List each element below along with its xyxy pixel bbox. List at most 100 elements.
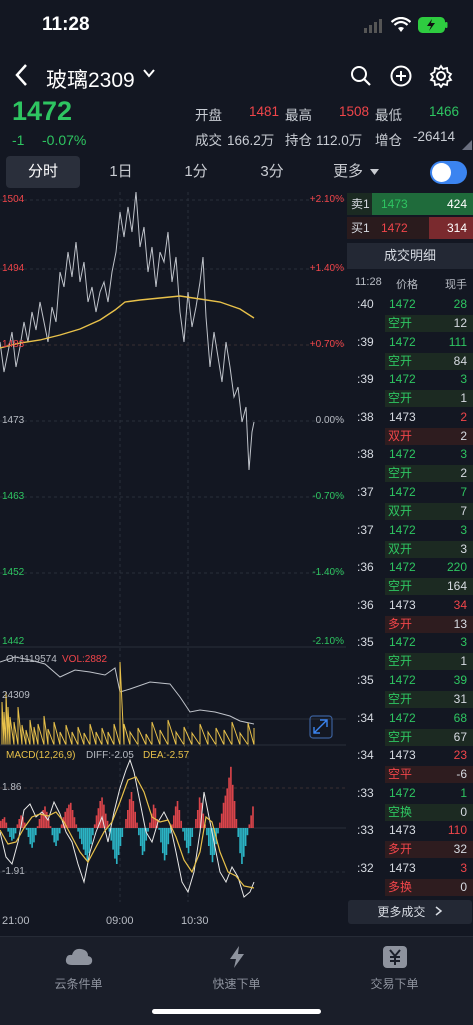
trade-price: 1472 <box>389 334 416 349</box>
macd-bar <box>191 828 194 837</box>
trade-time: :39 <box>357 334 374 349</box>
price-change: -1 <box>12 132 25 148</box>
macd-bar <box>69 802 72 828</box>
trade-row: :37 1472 7 双开 7 <box>347 484 473 522</box>
trade-time: :33 <box>357 785 374 800</box>
macd-bar <box>127 810 129 828</box>
trade-oi-change: 32 <box>453 842 467 857</box>
macd-bar <box>143 828 146 852</box>
trade-row: :35 1472 3 空开 1 <box>347 634 473 672</box>
yuan-icon <box>382 946 407 968</box>
macd-bar <box>195 819 197 828</box>
avg-price-line <box>0 295 255 349</box>
macd-bar <box>196 810 199 828</box>
macd-bar <box>25 828 28 830</box>
trade-price: 1472 <box>389 522 416 537</box>
trade-oi-change: 31 <box>453 691 467 706</box>
pct-axis-label: -1.40% <box>312 567 344 578</box>
trade-qty: 39 <box>453 672 467 687</box>
trade-list[interactable]: :40 1472 28 空开 12:39 1472 111 空开 84:39 1472 3 空开 1:3… <box>347 296 473 896</box>
nav-cloud-order[interactable]: 云条件单 <box>0 945 157 992</box>
price-header: 价格 <box>396 279 418 291</box>
macd-bar <box>95 815 98 828</box>
macd-bar <box>163 828 166 861</box>
macd-bar <box>136 822 138 828</box>
contract-title[interactable]: 玻璃2309 <box>46 64 135 94</box>
macd-bar <box>60 824 63 828</box>
more-trades-button[interactable]: 更多成交 <box>348 900 472 924</box>
macd-bar <box>34 828 37 836</box>
chart-toggle[interactable] <box>430 161 467 184</box>
trade-oi-change: 7 <box>460 503 467 518</box>
gear-icon[interactable] <box>429 64 453 88</box>
macd-bar <box>134 811 136 828</box>
trade-qty: 3 <box>460 635 467 650</box>
macd-bar <box>117 828 120 855</box>
trade-row: :33 1472 1 空换 0 <box>347 785 473 823</box>
macd-bar <box>55 828 57 846</box>
macd-bar <box>75 824 78 828</box>
macd-bar <box>180 820 183 828</box>
open-value: 1481 <box>249 104 280 119</box>
back-icon[interactable] <box>14 63 28 90</box>
macd-bar <box>248 824 251 828</box>
chevron-down-icon[interactable] <box>143 66 155 82</box>
macd-bar <box>1 819 4 828</box>
macd-bar <box>228 777 230 828</box>
trade-qty: 68 <box>453 710 467 725</box>
tab-3min[interactable]: 3分 <box>237 156 307 188</box>
tab-1min[interactable]: 1分 <box>161 156 231 188</box>
tab-1day[interactable]: 1日 <box>86 156 156 188</box>
trade-oi-change: 2 <box>460 466 467 481</box>
macd-bar <box>121 828 124 837</box>
trade-qty: 111 <box>448 334 467 349</box>
cloud-icon <box>65 948 92 965</box>
trades-title: 成交明细 <box>347 243 473 269</box>
intraday-chart[interactable]: 1504 1494 1483 1473 1463 1452 1442 +2.10… <box>0 191 346 932</box>
macd-label: MACD(12,26,9) <box>6 750 76 761</box>
trade-time: :32 <box>357 860 374 875</box>
trade-qty: 3 <box>460 447 467 462</box>
macd-bar <box>128 799 131 828</box>
trade-time: :35 <box>357 672 374 687</box>
macd-bar <box>250 815 252 828</box>
macd-bar <box>174 806 177 828</box>
dea-label: DEA:-2.57 <box>143 750 190 761</box>
home-indicator <box>152 1009 321 1014</box>
add-icon[interactable] <box>389 64 413 88</box>
tab-timeshare[interactable]: 分时 <box>6 156 80 188</box>
more-trades-label: 更多成交 <box>377 905 426 919</box>
macd-bar <box>132 801 135 828</box>
macd-bar <box>242 828 245 857</box>
macd-bar <box>79 828 81 839</box>
volume-axis-label: 24309 <box>2 690 30 701</box>
macd-bar <box>237 828 240 837</box>
macd-bar <box>187 828 190 854</box>
oi-value: 112.0万 <box>316 133 363 148</box>
trade-price: 1473 <box>389 597 416 612</box>
nav-trade-order[interactable]: 交易下单 <box>316 945 473 992</box>
macd-bar <box>239 828 241 854</box>
macd-bar <box>51 828 54 836</box>
macd-bar <box>244 828 247 846</box>
search-icon[interactable] <box>349 64 373 88</box>
macd-bar <box>119 828 122 846</box>
bid-row[interactable]: 买1 1472 314 <box>347 217 473 239</box>
macd-bar <box>224 795 227 828</box>
nav-header: 玻璃2309 <box>0 52 473 102</box>
macd-bar <box>9 828 11 837</box>
macd-bar <box>0 820 2 828</box>
signal-icon <box>364 19 382 33</box>
time-axis-label: 10:30 <box>181 915 209 927</box>
trade-qty: 220 <box>446 560 467 575</box>
macd-bar <box>139 828 142 846</box>
oi-line <box>0 656 255 725</box>
trade-row: :34 1473 23 空平 -6 <box>347 747 473 785</box>
trade-qty: 7 <box>460 484 467 499</box>
trade-oi-change: 1 <box>460 391 467 406</box>
tab-more[interactable]: 更多 <box>322 156 374 188</box>
nav-quick-order[interactable]: 快速下单 <box>158 945 315 992</box>
trade-row: :32 1473 3 多换 0 <box>347 860 473 896</box>
ask-row[interactable]: 卖1 1473 424 <box>347 193 473 215</box>
macd-bar <box>220 813 223 828</box>
